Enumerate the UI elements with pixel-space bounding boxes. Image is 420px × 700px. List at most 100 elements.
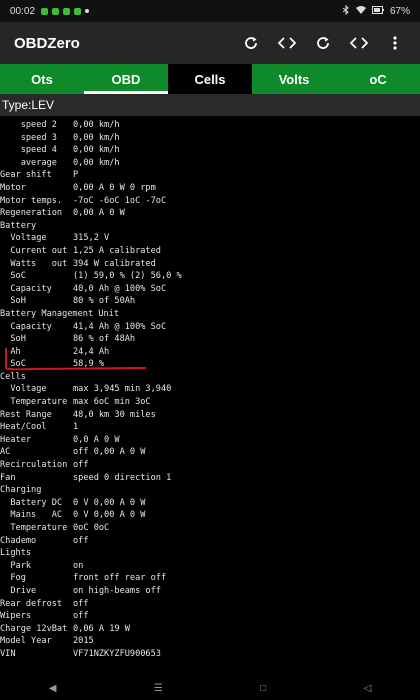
data-row: Fan speed 0 direction 1	[0, 472, 420, 485]
data-row: Fog front off rear off	[0, 572, 420, 585]
tab-volts[interactable]: Volts	[252, 64, 336, 94]
row-label: Regeneration	[0, 208, 63, 219]
row-label: Voltage	[0, 233, 47, 244]
row-label: Gear shift	[0, 170, 52, 181]
tab-obd[interactable]: OBD	[84, 64, 168, 94]
row-label: Fan	[0, 472, 16, 483]
code-icon[interactable]	[348, 32, 370, 54]
row-value: 1,25 A calibrated	[73, 245, 161, 256]
row-value: off 0,00 A 0 W	[73, 447, 146, 458]
tab-bar: Ots OBD Cells Volts oC	[0, 64, 420, 94]
data-row: Voltage max 3,945 min 3,940	[0, 383, 420, 396]
row-label: SoH	[0, 334, 26, 345]
row-label: average	[0, 157, 57, 168]
row-value: 0 V 0,00 A 0 W	[73, 510, 146, 521]
row-value: 0,00 km/h	[73, 120, 120, 130]
recents-icon[interactable]: ◁	[364, 683, 372, 694]
data-row: Rear defrost off	[0, 598, 420, 611]
row-label: Battery DC	[0, 497, 63, 508]
home-icon[interactable]: □	[260, 683, 266, 694]
data-row: SoH 86 % of 48Ah	[0, 333, 420, 346]
data-row: Battery DC 0 V 0,00 A 0 W	[0, 497, 420, 510]
row-value: off	[73, 598, 89, 609]
row-value	[73, 484, 420, 497]
data-row: Gear shift P	[0, 169, 420, 182]
row-value	[73, 371, 420, 384]
row-value: max 6oC min 3oC	[73, 397, 151, 408]
tab-ots[interactable]: Ots	[0, 64, 84, 94]
app-bar: OBDZero	[0, 22, 420, 64]
row-value: 0,0 A 0 W	[73, 434, 120, 445]
status-time: 00:02	[10, 5, 36, 17]
data-row: Capacity 40,0 Ah @ 100% SoC	[0, 283, 420, 296]
row-value: 0oC 0oC	[73, 523, 110, 533]
row-label: Watts out	[0, 258, 68, 269]
row-label: Chademo	[0, 535, 37, 546]
row-label: Temperature	[0, 523, 68, 533]
battery-icon	[371, 5, 384, 17]
notification-icons	[41, 7, 90, 15]
bluetooth-icon	[342, 4, 350, 18]
app-actions	[240, 32, 406, 54]
row-label: VIN	[0, 648, 16, 659]
notification-dot-icon	[85, 9, 90, 13]
data-row: Rest Range 48,0 km 30 miles	[0, 409, 420, 422]
row-label: Ah	[0, 346, 21, 357]
row-value: 24,4 Ah	[73, 346, 110, 357]
row-label: Drive	[0, 585, 37, 596]
notification-icon	[41, 7, 49, 15]
row-value: front off rear off	[73, 573, 167, 584]
row-value: 0,00 km/h	[73, 132, 120, 143]
row-value: (1) 59,0 % (2) 56,0 %	[73, 271, 182, 282]
menu-icon[interactable]: ☰	[154, 683, 163, 694]
data-row: Battery Management Unit	[0, 308, 420, 321]
data-row: Battery	[0, 220, 420, 233]
data-row: average 0,00 km/h	[0, 157, 420, 170]
code-icon[interactable]	[276, 32, 298, 54]
row-label: Motor temps.	[0, 195, 63, 206]
data-row: Charging	[0, 484, 420, 497]
row-label: Motor	[0, 182, 26, 193]
row-value: off	[73, 535, 89, 546]
row-label: speed 3	[0, 132, 57, 143]
data-row: speed 4 0,00 km/h	[0, 144, 420, 157]
refresh-icon[interactable]	[312, 32, 334, 54]
data-row: Charge 12vBat 0,06 A 19 W	[0, 623, 420, 636]
data-row: Regeneration 0,00 A 0 W	[0, 207, 420, 220]
row-label: Battery	[0, 220, 37, 231]
row-value: 41,4 Ah @ 100% SoC	[73, 321, 167, 332]
refresh-icon[interactable]	[240, 32, 262, 54]
tab-cells[interactable]: Cells	[168, 64, 252, 94]
back-icon[interactable]: ◀	[49, 683, 57, 694]
row-value: 58,9 %	[73, 359, 105, 370]
row-value	[73, 308, 420, 321]
system-nav-bar: ◀ ☰ □ ◁	[0, 676, 420, 700]
data-row: Park on	[0, 560, 420, 573]
type-label: Type:LEV	[0, 94, 420, 116]
status-right: 67%	[342, 4, 410, 18]
data-row: Drive on high-beams off	[0, 585, 420, 598]
data-row: VIN VF71NZKYZFU900653	[0, 648, 420, 661]
row-label: Lights	[0, 548, 32, 559]
row-label: SoH	[0, 296, 26, 307]
row-value: 80 % of 50Ah	[73, 296, 136, 307]
data-row: Current out 1,25 A calibrated	[0, 245, 420, 258]
data-row: Cells	[0, 371, 420, 384]
data-row: Temperature max 6oC min 3oC	[0, 396, 420, 409]
row-label: Charging	[0, 485, 42, 496]
data-row: Lights	[0, 547, 420, 560]
tab-oc[interactable]: oC	[336, 64, 420, 94]
row-value: 48,0 km 30 miles	[73, 409, 156, 420]
data-row: Chademo off	[0, 535, 420, 548]
notification-icon	[74, 7, 82, 15]
row-label: Capacity	[0, 321, 52, 332]
data-row: SoC 58,9 %	[0, 358, 420, 371]
more-vert-icon[interactable]	[384, 32, 406, 54]
obd-data-list[interactable]: speed 2 0,00 km/h speed 3 0,00 km/h speed …	[0, 119, 420, 661]
row-label: Recirculation	[0, 460, 68, 471]
data-row: Model Year 2015	[0, 635, 420, 648]
notification-icon	[52, 7, 60, 15]
row-value: 0,00 km/h	[73, 157, 120, 168]
row-label: Charge 12vBat	[0, 623, 68, 634]
row-value: 1	[73, 422, 79, 433]
